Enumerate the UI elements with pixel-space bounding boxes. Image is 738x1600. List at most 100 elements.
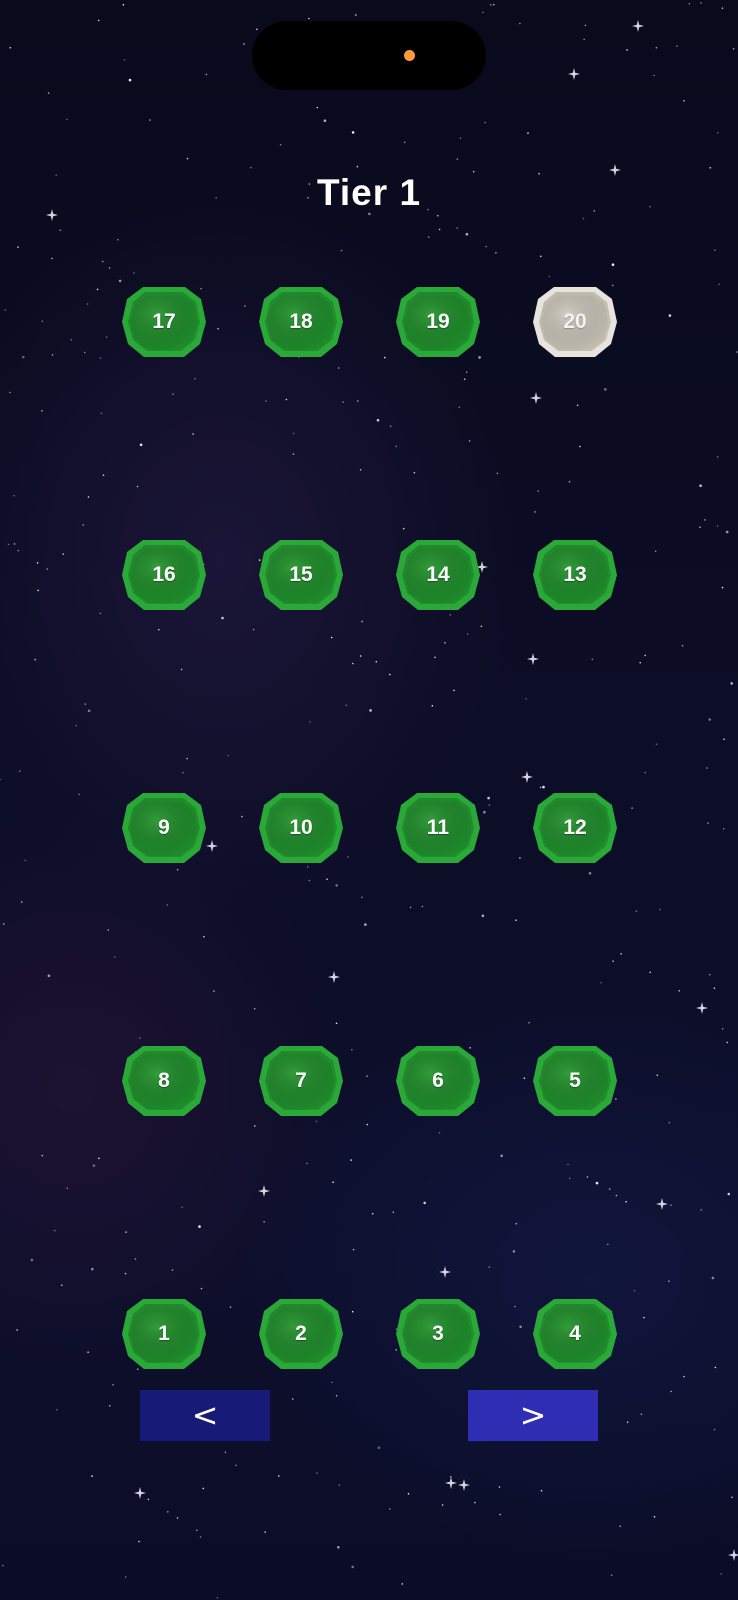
star [124, 1576, 127, 1578]
star [51, 354, 54, 356]
star [631, 807, 633, 809]
level-12-button[interactable]: 12 [532, 790, 618, 866]
star [128, 78, 132, 82]
star [639, 661, 641, 664]
star [250, 166, 252, 169]
level-17-button[interactable]: 17 [121, 284, 207, 360]
star [484, 121, 487, 124]
sparkle-star [521, 771, 533, 783]
level-2-button[interactable]: 2 [258, 1296, 344, 1372]
star [176, 1517, 179, 1519]
star [24, 859, 27, 862]
star [100, 412, 103, 415]
star [635, 910, 638, 912]
star [61, 1284, 63, 1286]
star [355, 14, 357, 16]
star [37, 589, 39, 592]
star [205, 73, 208, 76]
level-9-button[interactable]: 9 [121, 790, 207, 866]
star [700, 1209, 702, 1211]
star [253, 1007, 256, 1010]
star [377, 1446, 381, 1449]
star [721, 586, 724, 589]
star [102, 474, 105, 477]
level-10-button[interactable]: 10 [258, 790, 344, 866]
star [402, 527, 405, 530]
level-11-button[interactable]: 11 [395, 790, 481, 866]
star [109, 1405, 111, 1407]
sparkle-star [656, 1198, 668, 1210]
star [540, 255, 542, 258]
level-number-label: 3 [432, 1322, 444, 1345]
star [369, 709, 372, 712]
star [659, 908, 661, 911]
star [105, 336, 108, 338]
star [107, 929, 110, 931]
star [316, 106, 319, 109]
level-14-button[interactable]: 14 [395, 537, 481, 613]
level-15-button[interactable]: 15 [258, 537, 344, 613]
level-13-button[interactable]: 13 [532, 537, 618, 613]
star [41, 410, 43, 412]
star [371, 1212, 374, 1215]
star [9, 46, 12, 49]
star [481, 914, 485, 918]
star [306, 1162, 308, 1165]
level-number-label: 17 [152, 310, 176, 333]
sparkle-star [530, 392, 542, 404]
star [16, 1329, 18, 1331]
star [108, 267, 111, 269]
level-4-button[interactable]: 4 [532, 1296, 618, 1372]
level-18-button[interactable]: 18 [258, 284, 344, 360]
level-8-button[interactable]: 8 [121, 1043, 207, 1119]
star [98, 1157, 100, 1160]
star [75, 724, 77, 727]
level-19-button[interactable]: 19 [395, 284, 481, 360]
star [335, 884, 339, 887]
star [644, 654, 646, 657]
star [241, 815, 243, 818]
star [683, 100, 685, 102]
star [7, 543, 10, 546]
star [331, 1381, 333, 1384]
star [708, 973, 711, 976]
star [485, 245, 488, 248]
level-1-button[interactable]: 1 [121, 1296, 207, 1372]
star [568, 480, 571, 483]
star [619, 1525, 621, 1527]
star [487, 796, 490, 800]
star [200, 1287, 203, 1290]
star [4, 309, 7, 311]
level-16-button[interactable]: 16 [121, 537, 207, 613]
star [315, 1120, 318, 1123]
level-number-label: 11 [426, 816, 450, 839]
star [653, 1516, 656, 1518]
star [265, 400, 267, 402]
previous-tier-button[interactable]: < [140, 1390, 270, 1441]
star [340, 249, 343, 252]
level-6-button[interactable]: 6 [395, 1043, 481, 1119]
star [351, 1565, 355, 1569]
level-7-button[interactable]: 7 [258, 1043, 344, 1119]
star [330, 636, 333, 639]
star [493, 3, 495, 6]
star [99, 612, 102, 615]
star [47, 92, 50, 94]
star [158, 628, 160, 631]
star [434, 656, 436, 659]
level-3-button[interactable]: 3 [395, 1296, 481, 1372]
star [264, 1531, 267, 1533]
star [217, 327, 219, 330]
star [576, 404, 579, 407]
star [608, 1188, 611, 1190]
star [0, 778, 1, 781]
level-5-button[interactable]: 5 [532, 1043, 618, 1119]
level-number-label: 8 [158, 1069, 170, 1092]
next-tier-button[interactable]: > [468, 1390, 598, 1441]
star [323, 119, 327, 122]
level-number-label: 20 [563, 310, 587, 333]
star [117, 238, 119, 241]
level-number-label: 12 [563, 816, 587, 839]
star [519, 1325, 522, 1329]
star [376, 418, 380, 422]
